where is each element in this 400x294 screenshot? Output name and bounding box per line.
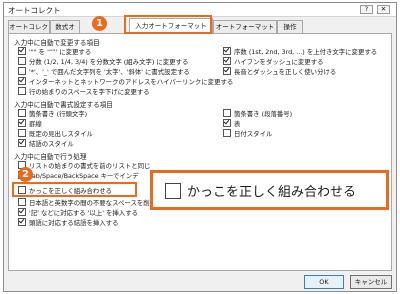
option-bulleted-lists[interactable]: 箇条書き (行頭文字) [18, 109, 87, 118]
option-date-style[interactable]: 日付スタイル [223, 129, 272, 138]
checkbox[interactable] [18, 139, 26, 147]
callout-label: かっこを正しく組み合わせる [187, 185, 357, 200]
option-tab-indent[interactable]: Tab/Space/BackSpace キーでインデ [18, 171, 139, 180]
checkbox[interactable] [18, 119, 26, 127]
option-fractions[interactable]: 分数 (1/2, 1/4, 3/4) を分数文字 (組み文字) に変更する [18, 57, 188, 66]
help-button[interactable]: ? [360, 5, 373, 14]
tab-autocorrect[interactable]: オートコレクト [8, 20, 50, 33]
option-insert-closing[interactable]: 頭語に対応する結語を挿入する [18, 218, 118, 227]
option-tables[interactable]: 表 [223, 119, 240, 128]
checkbox[interactable] [18, 198, 26, 206]
option-list-format[interactable]: リストの始まりの書式を前のリストと同じ [18, 161, 150, 170]
close-button[interactable]: ✕ [377, 5, 390, 14]
checkbox[interactable] [18, 208, 26, 216]
section-auto-heading: 入力中に自動で行う処理 [14, 153, 87, 161]
option-borders[interactable]: 罫線 [18, 119, 42, 128]
checkbox[interactable] [18, 129, 26, 137]
option-ordinals[interactable]: 序数 (1st, 2nd, 3rd, ...) を上付き文字に変更する [223, 47, 377, 56]
dialog-title: オートコレクト [8, 6, 61, 15]
checkbox[interactable] [18, 109, 26, 117]
checkbox[interactable] [223, 57, 231, 65]
checkbox[interactable] [223, 67, 231, 75]
option-insert-ijou[interactable]: '記' などに対応する '以上' を挿入する [18, 208, 138, 217]
checkbox[interactable] [223, 109, 231, 117]
section-replace-heading: 入力中に自動で変更する項目 [14, 39, 100, 47]
option-hyperlinks[interactable]: インターネットとネットワークのアドレスをハイパーリンクに変更する [18, 77, 233, 86]
option-hyphens-dash[interactable]: ハイフンをダッシュに変更する [223, 57, 323, 66]
checkbox[interactable] [18, 67, 26, 75]
option-highlight-frame [12, 182, 137, 197]
option-smart-quotes[interactable]: '"" を '“”' に変更する [18, 47, 91, 56]
checkbox[interactable] [223, 47, 231, 55]
option-heading-styles[interactable]: 既定の見出しスタイル [18, 129, 93, 138]
option-leading-space-indent[interactable]: 行の始まりのスペースを字下げに変更する [18, 87, 150, 96]
step-2-marker: 2 [18, 167, 33, 182]
options-panel: 入力中に自動で変更する項目 '"" を '“”' に変更する 分数 (1/2, … [8, 33, 392, 271]
checkbox[interactable] [223, 119, 231, 127]
option-remove-spaces[interactable]: 日本語と英数字の間の不要なスペースを削除する [18, 198, 169, 207]
ok-button[interactable]: OK [304, 275, 344, 289]
option-closing-style[interactable]: 結語のスタイル [18, 139, 74, 148]
option-bold-italic[interactable]: '*'、'_' で囲んだ文字列を '太字'、'斜体' に書式設定する [18, 67, 190, 76]
checkbox[interactable] [18, 57, 26, 65]
step-1-marker: 1 [92, 16, 107, 31]
tab-actions[interactable]: 操作 [277, 20, 303, 33]
callout-checkbox [165, 183, 181, 199]
tab-highlight-frame [124, 15, 212, 34]
checkbox[interactable] [18, 87, 26, 95]
tab-autoformat[interactable]: オートフォーマット [213, 20, 277, 33]
checkbox[interactable] [18, 47, 26, 55]
option-numbered-lists[interactable]: 箇条書き (段落番号) [223, 109, 292, 118]
option-long-vowel-dash[interactable]: 長音とダッシュを正しく使い分ける [223, 67, 336, 76]
autocorrect-dialog: オートコレクト ? ✕ オートコレクト 数式オ 入力オートフォーマット オートフ… [3, 2, 397, 292]
tab-math-autocorrect[interactable]: 数式オ [50, 20, 80, 33]
checkbox[interactable] [18, 218, 26, 226]
section-apply-heading: 入力中に自動で書式設定する項目 [14, 101, 113, 109]
checkbox[interactable] [223, 129, 231, 137]
cancel-button[interactable]: キャンセル [350, 275, 392, 289]
zoom-callout: かっこを正しく組み合わせる [150, 170, 389, 210]
checkbox[interactable] [18, 77, 26, 85]
